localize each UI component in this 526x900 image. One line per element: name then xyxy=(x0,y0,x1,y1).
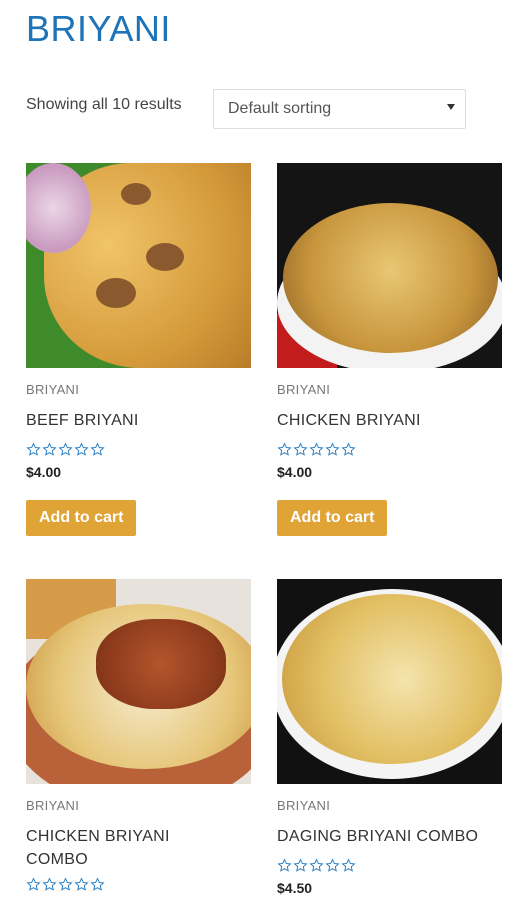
star-rating xyxy=(277,858,502,874)
star-icon xyxy=(293,442,308,456)
star-icon xyxy=(325,858,340,872)
star-icon xyxy=(277,442,292,456)
add-to-cart-button[interactable]: Add to cart xyxy=(277,500,388,536)
product-price: $4.00 xyxy=(26,464,62,480)
product-category[interactable]: BRIYANI xyxy=(26,798,251,813)
star-rating xyxy=(277,442,502,458)
page-title: BRIYANI xyxy=(26,8,171,49)
product-title[interactable]: DAGING BRIYANI COMBO xyxy=(277,825,502,848)
star-icon xyxy=(309,442,324,456)
product-card-chicken-briyani-combo: BRIYANI CHICKEN BRIYANI COMBO xyxy=(26,579,251,893)
product-card-beef-briyani: BRIYANI BEEF BRIYANI $4.00 Add to cart xyxy=(26,163,251,536)
star-icon xyxy=(325,442,340,456)
star-icon xyxy=(58,877,73,891)
star-icon xyxy=(90,442,105,456)
star-rating xyxy=(26,877,251,893)
star-icon xyxy=(42,442,57,456)
star-icon xyxy=(42,877,57,891)
product-title[interactable]: BEEF BRIYANI xyxy=(26,409,251,432)
sort-select[interactable]: Default sorting xyxy=(213,89,466,129)
star-icon xyxy=(90,877,105,891)
product-title[interactable]: CHICKEN BRIYANI xyxy=(277,409,502,432)
star-rating xyxy=(26,442,251,458)
sort-select-value: Default sorting xyxy=(228,100,332,117)
chevron-down-icon xyxy=(447,104,455,110)
results-count: Showing all 10 results xyxy=(26,96,182,113)
star-icon xyxy=(58,442,73,456)
star-icon xyxy=(277,858,292,872)
product-image[interactable] xyxy=(277,163,502,368)
star-icon xyxy=(74,442,89,456)
product-title[interactable]: CHICKEN BRIYANI COMBO xyxy=(26,825,196,871)
product-card-chicken-briyani: BRIYANI CHICKEN BRIYANI $4.00 Add to car… xyxy=(277,163,502,536)
product-card-daging-briyani-combo: BRIYANI DAGING BRIYANI COMBO $4.50 xyxy=(277,579,502,896)
star-icon xyxy=(341,858,356,872)
product-image[interactable] xyxy=(26,163,251,368)
product-price: $4.00 xyxy=(277,464,313,480)
product-image[interactable] xyxy=(26,579,251,784)
product-price: $4.50 xyxy=(277,880,313,896)
product-category[interactable]: BRIYANI xyxy=(277,382,502,397)
star-icon xyxy=(293,858,308,872)
star-icon xyxy=(26,442,41,456)
add-to-cart-button[interactable]: Add to cart xyxy=(26,500,137,536)
star-icon xyxy=(74,877,89,891)
product-category[interactable]: BRIYANI xyxy=(277,798,502,813)
product-image[interactable] xyxy=(277,579,502,784)
product-category[interactable]: BRIYANI xyxy=(26,382,251,397)
star-icon xyxy=(309,858,324,872)
star-icon xyxy=(26,877,41,891)
star-icon xyxy=(341,442,356,456)
